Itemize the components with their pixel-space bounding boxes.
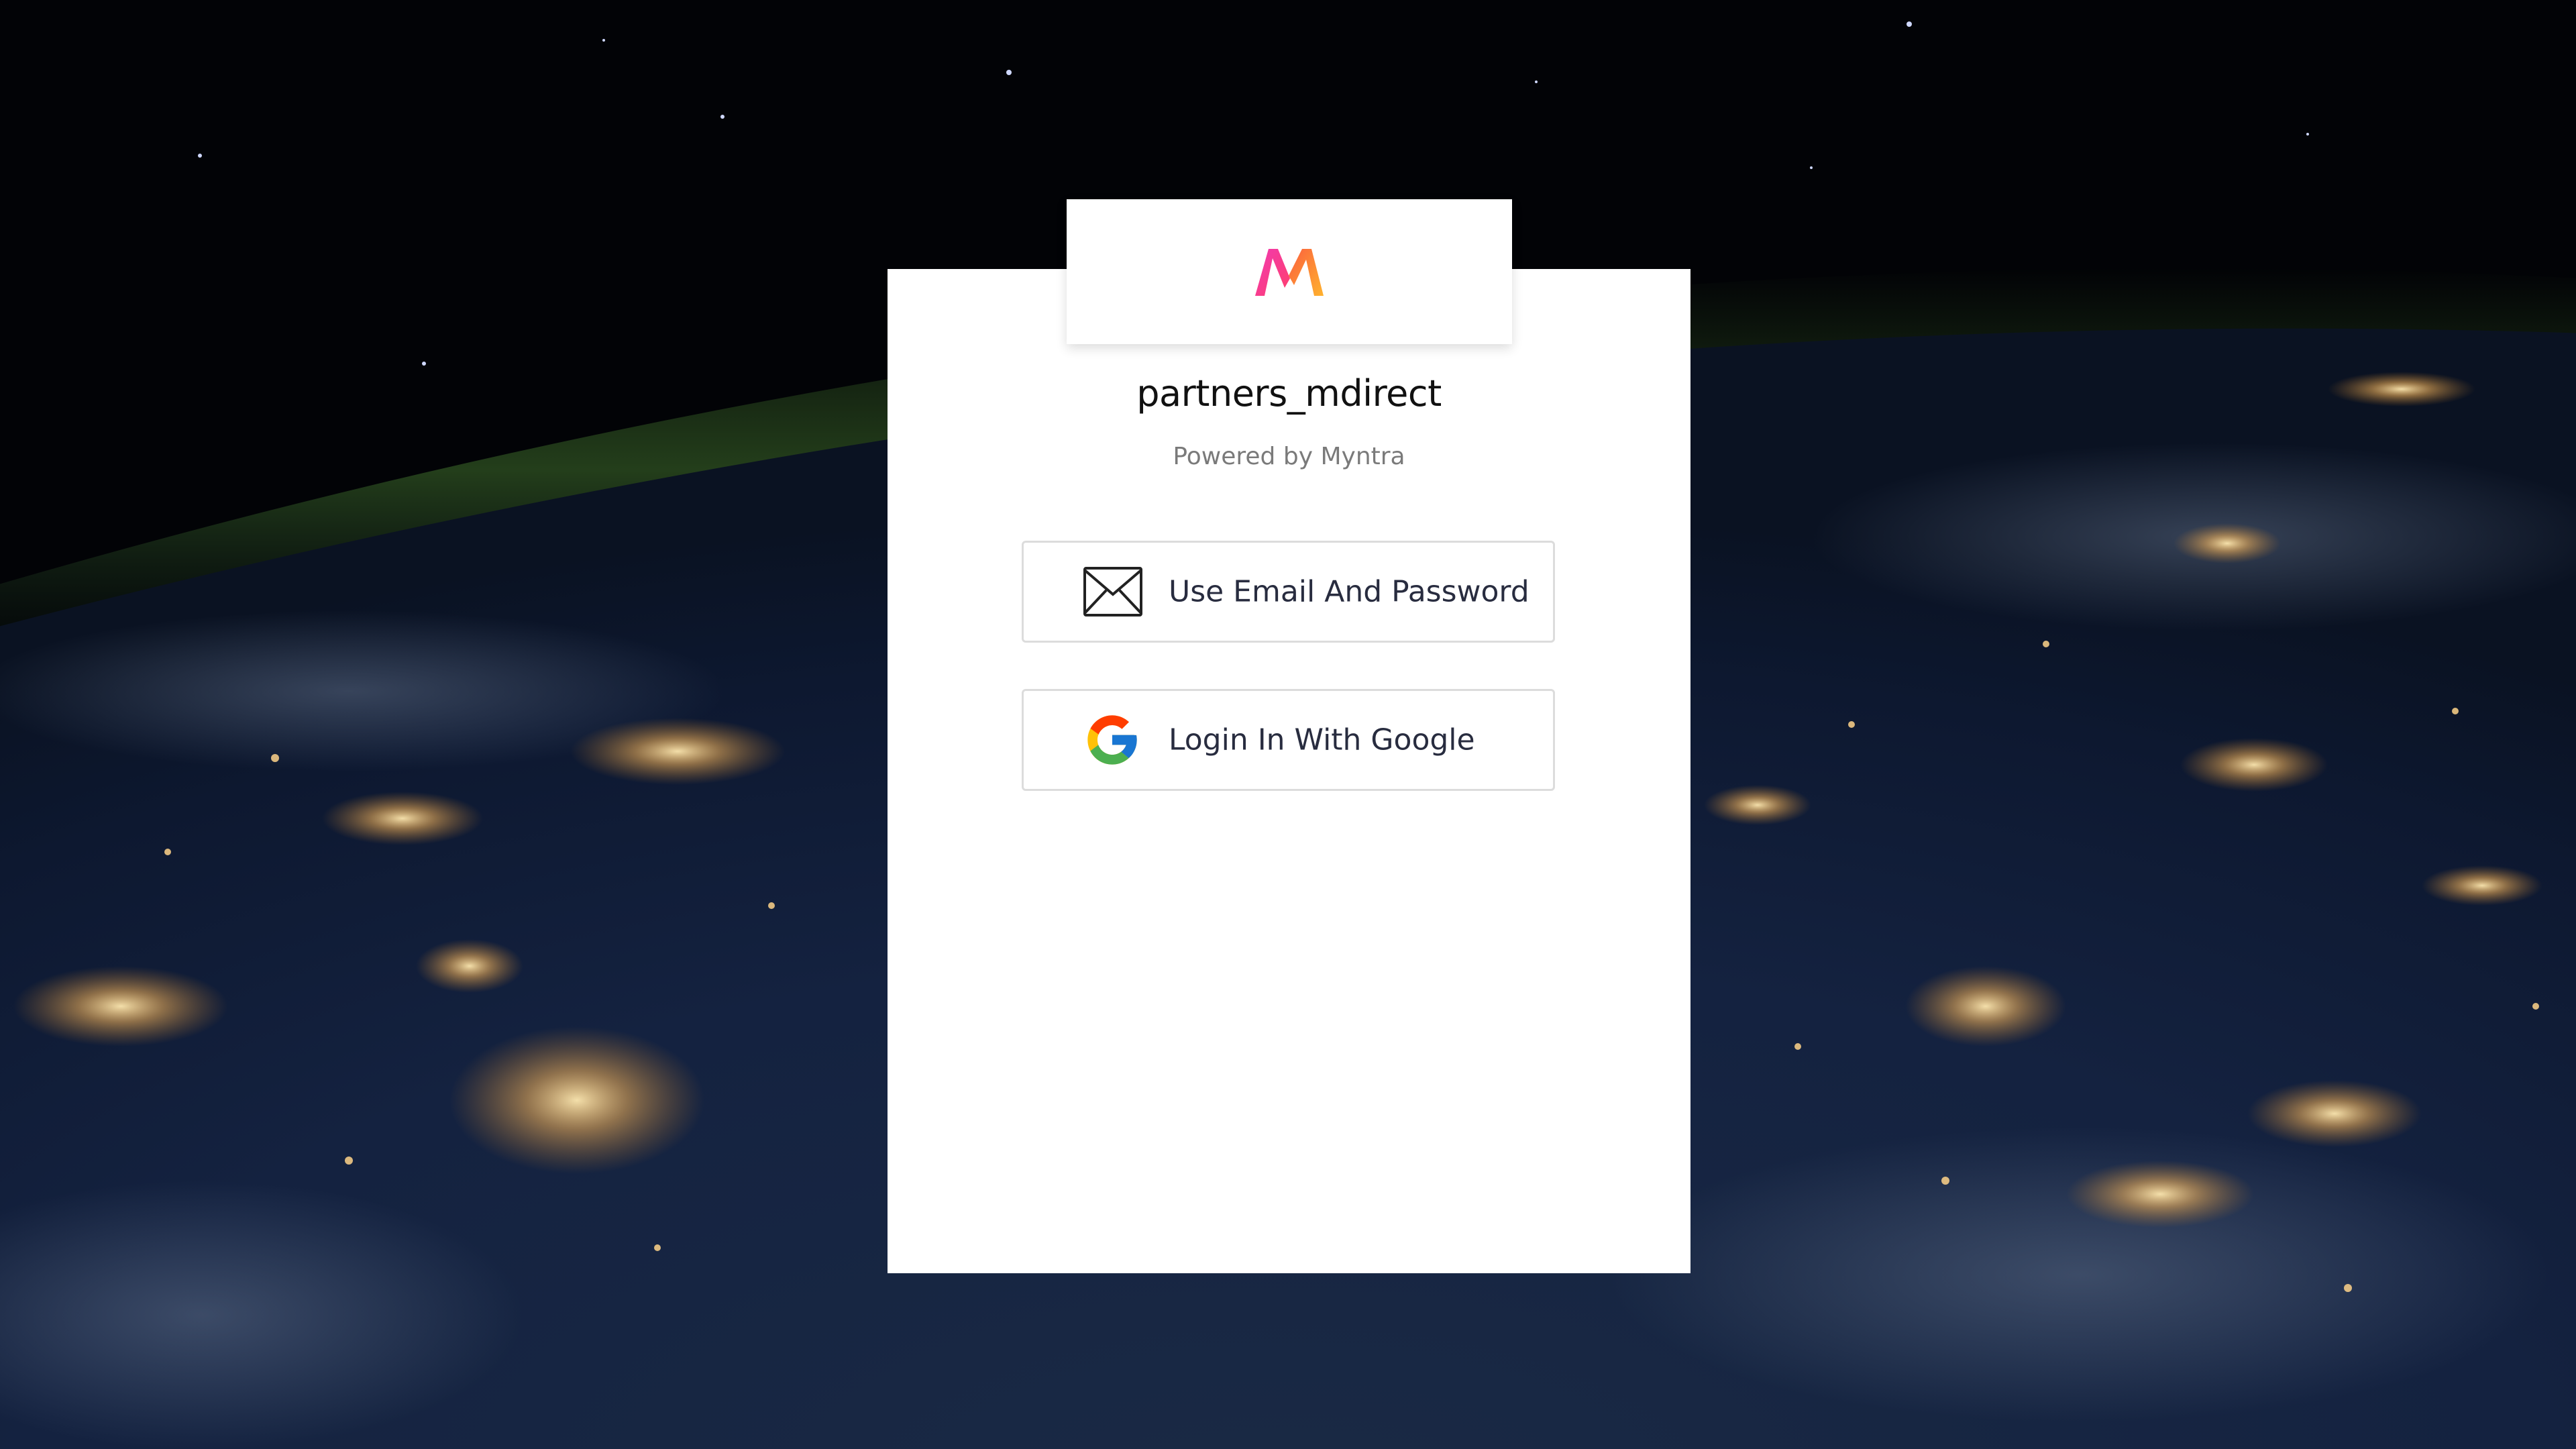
google-login-label: Login In With Google [1169, 722, 1475, 757]
logo-container [1067, 199, 1512, 344]
myntra-logo [1255, 249, 1324, 296]
email-password-login-button[interactable]: Use Email And Password [1022, 541, 1555, 643]
google-login-button[interactable]: Login In With Google [1022, 689, 1555, 791]
envelope-icon [1083, 565, 1143, 619]
email-password-label: Use Email And Password [1169, 574, 1529, 609]
app-title: partners_mdirect [1136, 372, 1442, 415]
google-icon [1083, 710, 1142, 769]
powered-by-text: Powered by Myntra [1173, 443, 1405, 470]
